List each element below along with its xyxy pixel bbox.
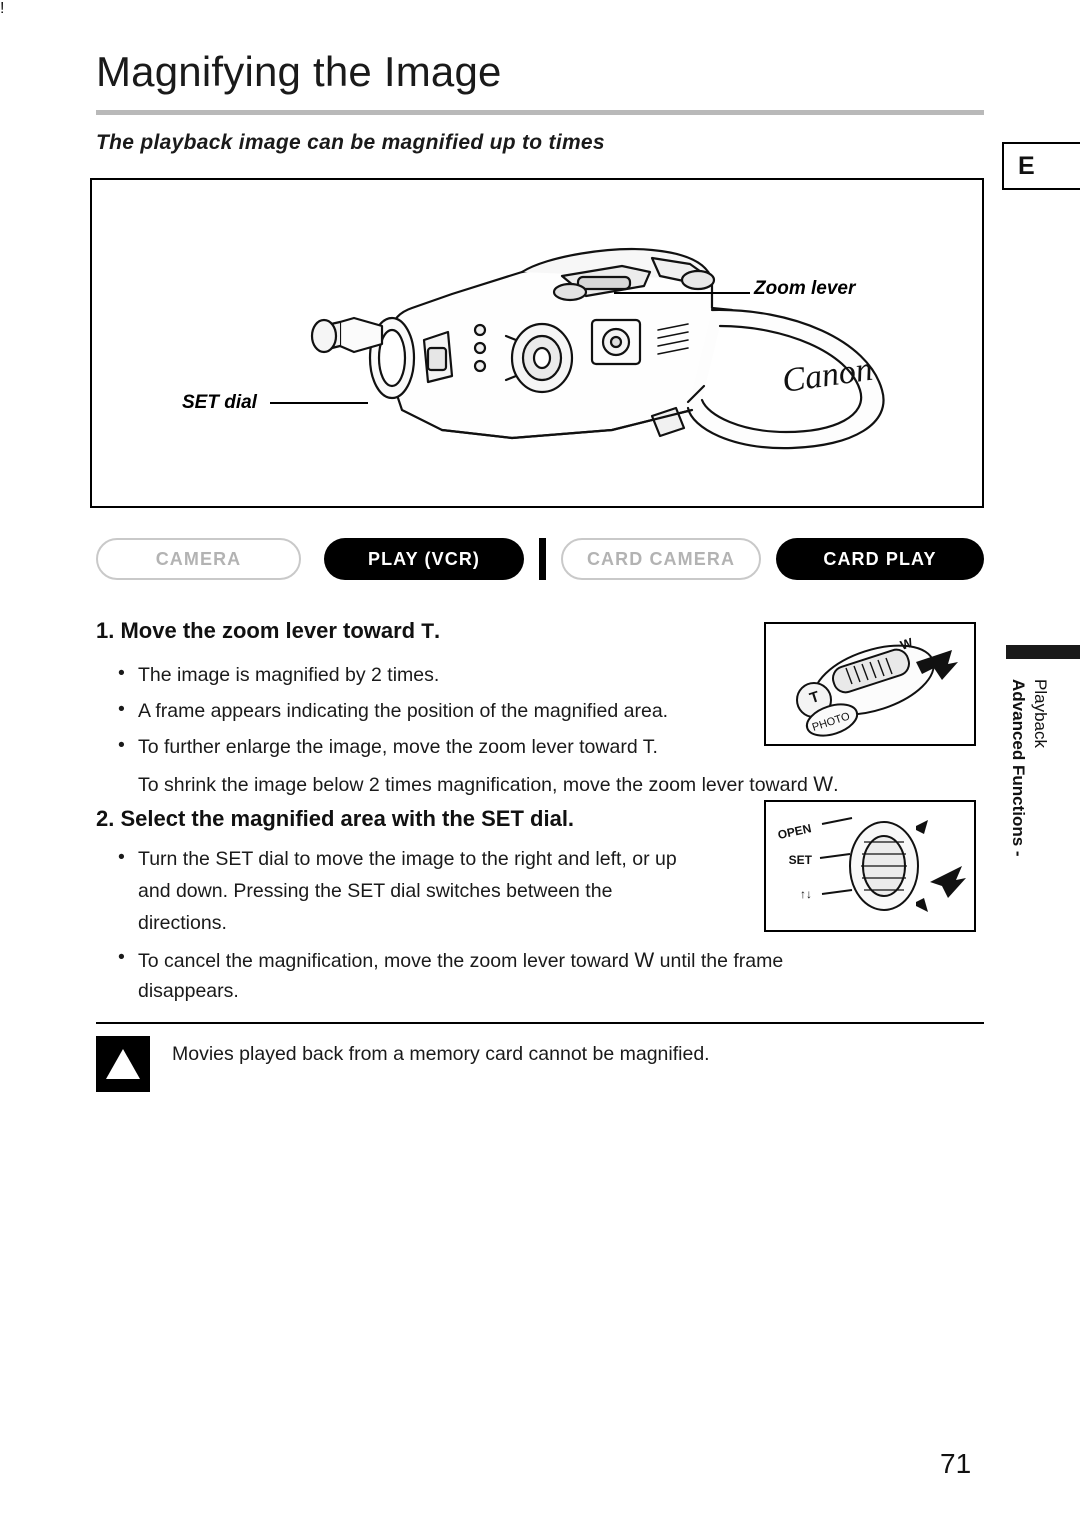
side-tab-bar: [1006, 645, 1080, 659]
step-1-heading-end: .: [434, 618, 441, 643]
camcorder-drawing: Canon: [310, 248, 885, 450]
side-tab-label-bold: Advanced Functions -: [1009, 679, 1028, 857]
step-1-note-end: .: [833, 774, 839, 796]
warning-icon: [96, 1036, 150, 1092]
mode-pill-card-play: CARD PLAY: [776, 538, 984, 580]
step-1-heading-symbol: T: [421, 620, 435, 643]
page-subtitle: The playback image can be magnified up t…: [96, 131, 605, 154]
step-1-note: To shrink the image below 2 times magnif…: [138, 770, 938, 800]
svg-text:OPEN: OPEN: [776, 821, 812, 842]
callout-zoom-lever-label: Zoom lever: [754, 278, 856, 299]
step-2-number: 2.: [96, 806, 115, 831]
step-1-note-symbol: W: [813, 773, 834, 796]
set-dial-diagram: OPEN SET ↑↓: [776, 817, 966, 912]
side-tab-advanced-functions: Advanced Functions - Playback: [1006, 645, 1080, 945]
page-title: Magnifying the Image: [96, 48, 502, 95]
page-number: 71: [940, 1448, 972, 1479]
step-2-bullet-1-marker: •: [118, 846, 125, 868]
step-2-bullet-2-line1: To cancel the magnification, move the zo…: [138, 946, 938, 976]
step-1-heading: 1. Move the zoom lever toward T.: [96, 618, 440, 644]
step-2-bullet-2-line2: disappears.: [138, 980, 239, 1002]
step-1-bullet-2: A frame appears indicating the position …: [138, 700, 669, 722]
step-1-note-text: To shrink the image below 2 times magnif…: [138, 774, 814, 796]
set-dial-mini-illustration: OPEN SET ↑↓: [764, 800, 976, 932]
step-2-heading-text: Select the magnified area with the SET d…: [120, 806, 575, 831]
mode-indicator-row: CAMERA PLAY (VCR) CARD CAMERA CARD PLAY: [96, 538, 984, 582]
side-tab-label-plain: Playback: [1031, 679, 1050, 748]
step-1-bullet-2-marker: •: [118, 698, 125, 720]
step-2-bullet-1-line2: and down. Pressing the SET dial switches…: [138, 880, 613, 902]
step-1-bullet-3-marker: •: [118, 734, 125, 756]
svg-text:↑↓: ↑↓: [800, 887, 812, 901]
note-text: Movies played back from a memory card ca…: [172, 1043, 710, 1065]
step-2-bullet-1-line1: Turn the SET dial to move the image to t…: [138, 848, 677, 870]
mode-pill-card-camera: CARD CAMERA: [561, 538, 761, 580]
step-2-bullet-2-marker: •: [118, 946, 125, 968]
svg-text:SET: SET: [789, 853, 813, 867]
mode-pill-play-vcr: PLAY (VCR): [324, 538, 524, 580]
step-1-bullet-1: The image is magnified by 2 times.: [138, 664, 440, 686]
zoom-lever-diagram: W T PHOTO: [796, 635, 958, 737]
step-1-heading-text: Move the zoom lever toward: [120, 618, 422, 643]
mode-divider: [539, 538, 546, 580]
zoom-lever-mini-illustration: W T PHOTO: [764, 622, 976, 746]
warning-triangle: [106, 1049, 140, 1079]
step-1-bullet-1-marker: •: [118, 662, 125, 684]
step-2-bullet-2-rest: until the frame: [659, 950, 784, 972]
step-2-bullet-2-text: To cancel the magnification, move the zo…: [138, 950, 629, 972]
callout-set-dial-line: [270, 402, 368, 404]
warning-exclamation: !: [0, 0, 5, 17]
callout-zoom-lever-line: [614, 292, 750, 294]
step-2-heading: 2. Select the magnified area with the SE…: [96, 806, 574, 832]
step-1-bullet-3: To further enlarge the image, move the z…: [138, 736, 658, 758]
edge-tab-e: E: [1002, 142, 1080, 190]
camcorder-illustration: Canon Zoom lever SET dial: [90, 178, 984, 508]
edge-tab-label: E: [1018, 151, 1035, 180]
title-divider: [96, 110, 984, 115]
step-2-bullet-1-line3: directions.: [138, 912, 227, 934]
note-divider: [96, 1022, 984, 1024]
step-1-number: 1.: [96, 618, 115, 643]
callout-set-dial-label: SET dial: [182, 392, 257, 413]
mode-pill-camera: CAMERA: [96, 538, 301, 580]
step-2-bullet-2-symbol: W: [634, 949, 655, 972]
